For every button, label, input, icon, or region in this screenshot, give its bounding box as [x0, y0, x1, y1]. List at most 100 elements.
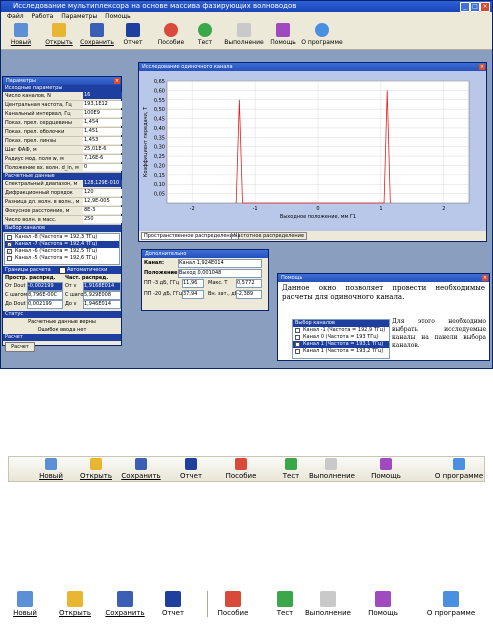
toolbar-new-button[interactable]: Новый	[3, 23, 39, 46]
toolbar-plain-button-4[interactable]: Пособие	[210, 591, 256, 617]
tab-spatial[interactable]: Пространственное распределение	[141, 232, 240, 240]
menu-file[interactable]: Файл	[7, 13, 24, 20]
input-value-field[interactable]: 1,454	[83, 119, 122, 126]
calc-button[interactable]: Расчет	[5, 342, 35, 352]
channel-list[interactable]: Канал -8 (Частота = 192,3 ТГц) ✓ Канал -7 …	[4, 233, 120, 265]
toolbar-about-button[interactable]: О программе	[299, 23, 345, 46]
channel-checkbox[interactable]: ✓	[7, 242, 12, 247]
from-v-input[interactable]: 1,9168E014	[83, 282, 121, 291]
close-icon[interactable]: ×	[114, 78, 120, 84]
toolbar-help-button[interactable]: Помощь	[265, 23, 301, 46]
calc-value-field[interactable]: 128,129E-010	[83, 180, 122, 187]
minimize-button[interactable]: _	[460, 2, 470, 12]
close-icon[interactable]: ×	[482, 275, 488, 281]
toolbar-large-label: Выполнение	[309, 472, 355, 480]
toolbar-large-button-5[interactable]: Тест	[269, 458, 313, 480]
toolbar-plain-button-7[interactable]: Помощь	[360, 591, 406, 617]
extra-panel: Дополнительно Канал: Канал 1,924E014 Пол…	[141, 249, 269, 311]
calc-value-field[interactable]: 250	[83, 216, 122, 223]
calc-row: Фокусное расстояние, м 8E-3	[3, 207, 122, 216]
channel-list-item[interactable]: ✓ Канал -7 (Частота = 192,4 ТГц)	[5, 241, 119, 248]
input-value-field[interactable]: 0	[83, 164, 122, 171]
input-value-field[interactable]: 25,01E-6	[83, 146, 122, 153]
input-label: Канальный интервал, Гц	[5, 111, 71, 117]
channel-list-item[interactable]: ✓ Канал -6 (Частота = 192,5 ТГц)	[5, 248, 119, 255]
channel-list-item[interactable]: Канал -5 (Частота = 192,6 ТГц)	[5, 255, 119, 262]
toolbar-plain: Новый Открыть Сохранить Отчет Пособие Тест Вып…	[0, 585, 493, 625]
position-select[interactable]: Выход 0,001048	[178, 269, 262, 278]
toolbar: Новый Открыть Сохранить Отчет Пособие Те…	[1, 21, 492, 50]
toolbar-plain-button-5[interactable]: Тест	[262, 591, 308, 617]
menu-params[interactable]: Параметры	[61, 13, 97, 20]
to-dout-input[interactable]: 0,002199	[27, 300, 63, 309]
step-v-input[interactable]: 5,929E008	[83, 291, 121, 300]
toolbar-large-label: Новый	[39, 472, 63, 480]
toolbar-large-button-4[interactable]: Пособие	[219, 458, 263, 480]
calc-label: Дифракционный порядок	[5, 190, 73, 196]
channel-list-item[interactable]: Канал -8 (Частота = 192,3 ТГц)	[5, 234, 119, 241]
help-panel-header: Помощь ×	[278, 274, 489, 282]
toolbar-report-button[interactable]: Отчет	[115, 23, 151, 46]
menu-help[interactable]: Помощь	[105, 13, 131, 20]
help-list-checkbox	[295, 342, 300, 347]
toolbar-large-label: Тест	[282, 472, 300, 480]
menu-work[interactable]: Работа	[32, 13, 54, 20]
toolbar-plain-button-2[interactable]: Сохранить	[102, 591, 148, 617]
channel-checkbox[interactable]	[7, 235, 12, 240]
toolbar-plain-label: Новый	[13, 609, 37, 617]
toolbar-large-button-2[interactable]: Сохранить	[119, 458, 163, 480]
toolbar-execute-button[interactable]: Выполнение	[223, 23, 265, 46]
input-value-field[interactable]: 100E9	[83, 110, 122, 117]
input-value-field[interactable]: 7,16E-6	[83, 155, 122, 162]
toolbar-plain-button-1[interactable]: Открыть	[52, 591, 98, 617]
channel-checkbox[interactable]: ✓	[7, 249, 12, 254]
channel-checkbox[interactable]	[7, 256, 12, 261]
toolbar-plain-button-8[interactable]: О программе	[418, 591, 484, 617]
input-value-field[interactable]: 193,1E12	[83, 101, 122, 108]
x-axis-label: Выходное положение, мм Г1	[280, 214, 356, 220]
input-value-field[interactable]: 16	[83, 92, 122, 99]
step-dout-input[interactable]: 8,796E-00C	[27, 291, 63, 300]
toolbar-test-button[interactable]: Тест	[187, 23, 223, 46]
channel-select[interactable]: Канал 1,924E014	[178, 259, 262, 268]
input-value-field[interactable]: 1,453	[83, 137, 122, 144]
input-label: Число каналов, N	[5, 93, 51, 99]
calc-value-field[interactable]: 120	[83, 189, 122, 196]
y-tick-label: 0,20	[154, 163, 165, 169]
tab-frequency[interactable]: Частотное распределение	[231, 232, 308, 240]
toolbar-large-button-3[interactable]: Отчет	[169, 458, 213, 480]
input-label: Показ. прел. сердцевины	[5, 120, 72, 126]
to-v-input[interactable]: 1,946E014	[83, 300, 121, 309]
help-list-checkbox	[295, 349, 300, 354]
toolbar-open-button[interactable]: Открыть	[41, 23, 77, 46]
maximize-button[interactable]: □	[470, 2, 480, 12]
close-button[interactable]: ×	[480, 2, 490, 12]
help-list-item: Канал 0 (Частота = 193 ТГц)	[293, 334, 389, 341]
toolbar-plain-button-0[interactable]: Новый	[2, 591, 48, 617]
calc-value-field[interactable]: 12,9E-005	[83, 198, 122, 205]
toolbar-save-button[interactable]: Сохранить	[79, 23, 115, 46]
test-question-icon	[285, 458, 297, 470]
input-label: Положение вх. волн. d_in, м	[5, 165, 79, 171]
y-tick-label: 0,10	[154, 182, 165, 188]
toolbar-large-button-1[interactable]: Открыть	[74, 458, 118, 480]
calc-value-field[interactable]: 8E-3	[83, 207, 122, 214]
input-value-field[interactable]: 1,451	[83, 128, 122, 135]
toolbar-large-button-6[interactable]: Выполнение	[309, 458, 355, 480]
from-dout-input[interactable]: -0,002199	[27, 282, 63, 291]
toolbar-plain-label: Отчет	[161, 609, 185, 617]
help-panel: Помощь × Данное окно позволяет провести н…	[277, 273, 490, 361]
toolbar-large-button-8[interactable]: О программе	[429, 458, 489, 480]
calc-label: Спектральный диапазон, м	[5, 181, 78, 187]
help-list-label: Канал 1 (Частота = 193,1 ТГц)	[303, 341, 384, 347]
toolbar-plain-button-6[interactable]: Выполнение	[305, 591, 351, 617]
toolbar-large-button-7[interactable]: Помощь	[364, 458, 408, 480]
y-tick-label: 0,40	[154, 126, 165, 132]
toolbar-manual-button[interactable]: Пособие	[153, 23, 189, 46]
close-icon[interactable]: ×	[479, 64, 485, 70]
toolbar-plain-button-3[interactable]: Отчет	[150, 591, 196, 617]
auto-checkbox[interactable]	[59, 267, 66, 274]
help-pen-icon	[276, 23, 290, 37]
toolbar-large-button-0[interactable]: Новый	[29, 458, 73, 480]
toolbar-plain-label: Сохранить	[105, 609, 145, 617]
